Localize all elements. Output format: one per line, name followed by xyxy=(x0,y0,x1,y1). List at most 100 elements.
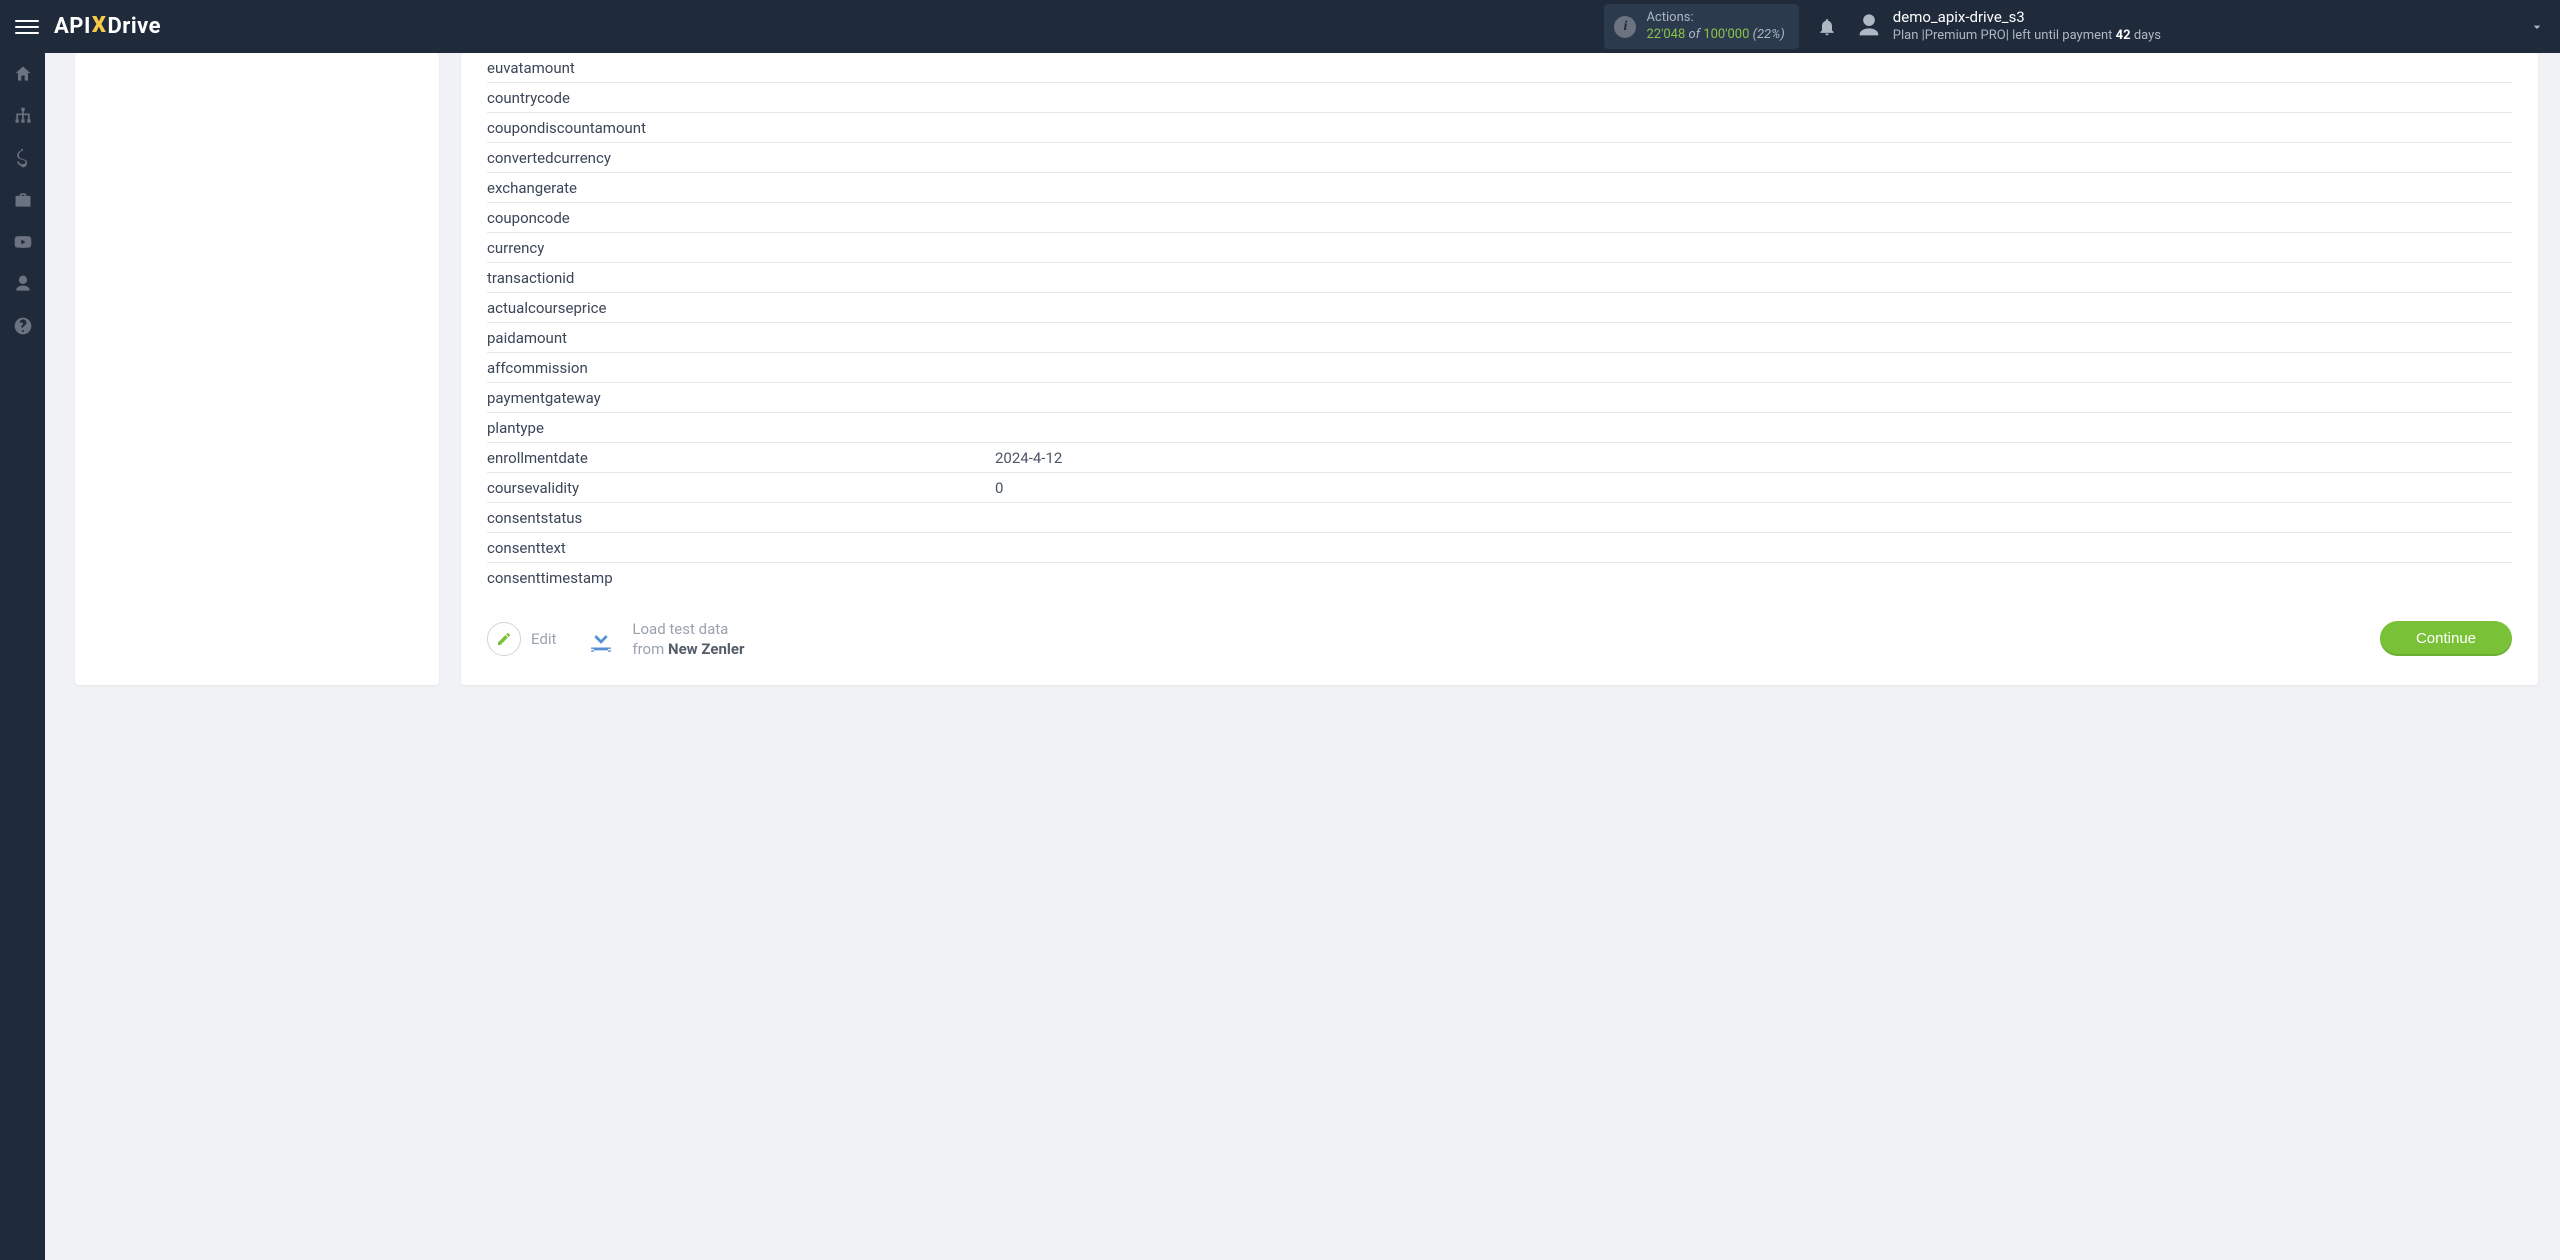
user-texts: demo_apix-drive_s3 Plan |Premium PRO| le… xyxy=(1893,8,2161,44)
data-row: paymentgateway xyxy=(487,383,2512,413)
data-row: coupondiscountamount xyxy=(487,113,2512,143)
download-icon xyxy=(584,622,618,656)
brand-logo[interactable]: API X Drive xyxy=(54,14,161,39)
user-avatar-icon xyxy=(1855,12,1883,40)
logo-part-api: API xyxy=(54,14,91,39)
person-icon xyxy=(13,274,33,294)
data-key: convertedcurrency xyxy=(487,149,995,167)
user-plan-line: Plan |Premium PRO| left until payment 42… xyxy=(1893,28,2161,45)
data-row: euvatamount xyxy=(487,53,2512,83)
plan-prefix: Plan | xyxy=(1893,28,1925,43)
pencil-icon xyxy=(496,631,512,647)
header-left: API X Drive xyxy=(15,14,161,39)
data-row: exchangerate xyxy=(487,173,2512,203)
question-icon xyxy=(13,316,33,336)
header-right: i Actions: 22'048 of 100'000 (22%) demo_… xyxy=(1604,4,2545,50)
continue-button[interactable]: Continue xyxy=(2380,621,2512,656)
sidebar-item-connections[interactable] xyxy=(0,95,45,137)
actions-of-word: of xyxy=(1689,27,1701,42)
logo-part-x: X xyxy=(92,13,107,38)
actions-label: Actions: xyxy=(1646,10,1784,27)
home-icon xyxy=(13,64,33,84)
data-row: transactionid xyxy=(487,263,2512,293)
sidebar xyxy=(0,53,45,1260)
load-line2: from New Zenler xyxy=(632,639,744,659)
actions-text: Actions: 22'048 of 100'000 (22%) xyxy=(1646,10,1784,44)
dollar-icon xyxy=(13,148,33,168)
data-key: currency xyxy=(487,239,995,257)
left-panel xyxy=(75,53,439,685)
edit-icon-circle xyxy=(487,622,521,656)
info-icon: i xyxy=(1614,16,1636,38)
data-key: exchangerate xyxy=(487,179,995,197)
edit-button[interactable]: Edit xyxy=(487,622,556,656)
data-value: 2024-4-12 xyxy=(995,449,1062,467)
app-header: API X Drive i Actions: 22'048 of 100'000… xyxy=(0,0,2560,53)
plan-days-word: days xyxy=(2131,28,2161,43)
main-area: euvatamount countrycode coupondiscountamou… xyxy=(45,53,2560,1260)
load-test-data-button[interactable]: Load test data from New Zenler xyxy=(584,619,744,660)
briefcase-icon xyxy=(13,190,33,210)
actions-stats: 22'048 of 100'000 (22%) xyxy=(1646,27,1784,44)
data-key: enrollmentdate xyxy=(487,449,995,467)
data-key: euvatamount xyxy=(487,59,995,77)
plan-mid: | left until payment xyxy=(2006,28,2116,43)
data-fields-table: euvatamount countrycode coupondiscountamou… xyxy=(487,53,2512,597)
load-source-name: New Zenler xyxy=(668,640,744,658)
data-key: consenttimestamp xyxy=(487,569,995,587)
data-key: plantype xyxy=(487,419,995,437)
data-row: paidamount xyxy=(487,323,2512,353)
data-key: coursevalidity xyxy=(487,479,995,497)
load-line1: Load test data xyxy=(632,619,744,639)
chevron-down-icon[interactable] xyxy=(2529,19,2545,35)
actions-pct: (22%) xyxy=(1753,27,1785,42)
data-row: currency xyxy=(487,233,2512,263)
data-row: coursevalidity0 xyxy=(487,473,2512,503)
load-from-word: from xyxy=(632,640,668,658)
data-row: plantype xyxy=(487,413,2512,443)
right-panel: euvatamount countrycode coupondiscountamou… xyxy=(461,53,2538,685)
data-key: paidamount xyxy=(487,329,995,347)
node-tree-icon xyxy=(13,106,33,126)
data-row: couponcode xyxy=(487,203,2512,233)
sidebar-item-home[interactable] xyxy=(0,53,45,95)
data-row: countrycode xyxy=(487,83,2512,113)
data-key: coupondiscountamount xyxy=(487,119,995,137)
data-key: transactionid xyxy=(487,269,995,287)
data-row: consentstatus xyxy=(487,503,2512,533)
notifications-bell-icon[interactable] xyxy=(1817,17,1837,37)
panel-footer-actions: Edit Load test data from New Zenler Cont… xyxy=(487,619,2512,660)
actions-total: 100'000 xyxy=(1703,27,1749,42)
data-key: paymentgateway xyxy=(487,389,995,407)
youtube-icon xyxy=(13,232,33,252)
data-row: enrollmentdate2024-4-12 xyxy=(487,443,2512,473)
sidebar-item-account[interactable] xyxy=(0,263,45,305)
hamburger-menu-icon[interactable] xyxy=(15,15,39,39)
actions-usage-box[interactable]: i Actions: 22'048 of 100'000 (22%) xyxy=(1604,4,1798,50)
sidebar-item-billing[interactable] xyxy=(0,137,45,179)
actions-current: 22'048 xyxy=(1646,27,1685,42)
layout: euvatamount countrycode coupondiscountamou… xyxy=(0,53,2560,1260)
user-name: demo_apix-drive_s3 xyxy=(1893,8,2161,28)
logo-part-drive: Drive xyxy=(107,14,161,39)
user-menu[interactable]: demo_apix-drive_s3 Plan |Premium PRO| le… xyxy=(1855,8,2161,44)
plan-days-num: 42 xyxy=(2116,28,2131,43)
data-row: affcommission xyxy=(487,353,2512,383)
sidebar-item-help[interactable] xyxy=(0,305,45,347)
plan-name: Premium PRO xyxy=(1925,28,2006,43)
data-key: couponcode xyxy=(487,209,995,227)
data-key: affcommission xyxy=(487,359,995,377)
data-key: actualcourseprice xyxy=(487,299,995,317)
data-key: consenttext xyxy=(487,539,995,557)
data-row: convertedcurrency xyxy=(487,143,2512,173)
data-value: 0 xyxy=(995,479,1003,497)
data-row: consenttext xyxy=(487,533,2512,563)
load-texts: Load test data from New Zenler xyxy=(632,619,744,660)
data-key: countrycode xyxy=(487,89,995,107)
data-row: consenttimestamp xyxy=(487,563,2512,592)
data-row: actualcourseprice xyxy=(487,293,2512,323)
sidebar-item-briefcase[interactable] xyxy=(0,179,45,221)
sidebar-item-youtube[interactable] xyxy=(0,221,45,263)
data-key: consentstatus xyxy=(487,509,995,527)
edit-label: Edit xyxy=(531,630,556,648)
